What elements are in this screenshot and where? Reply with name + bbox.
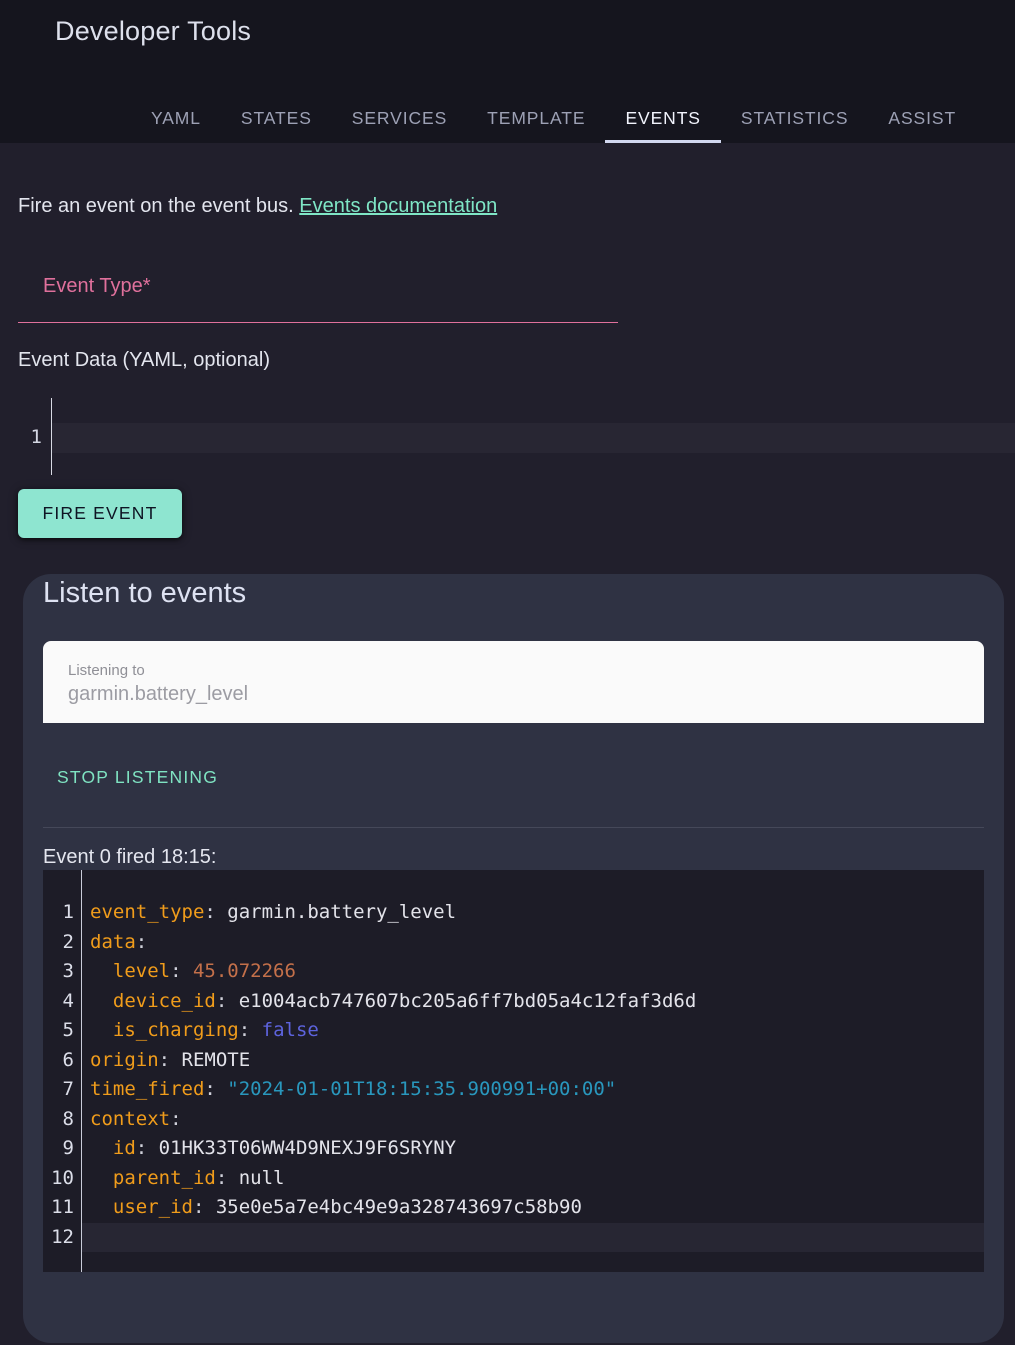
code-token-punc: : [170,1108,181,1130]
card-divider [43,827,984,828]
code-line: device_id: e1004acb747607bc205a6ff7bd05a… [82,987,984,1017]
code-line-number: 11 [43,1193,74,1223]
code-line-number: 4 [43,987,74,1017]
code-line-number: 1 [43,898,74,928]
listening-to-input[interactable]: Listening to garmin.battery_level [43,641,984,723]
code-line: origin: REMOTE [82,1046,984,1076]
code-token-punc: : [136,1137,159,1159]
code-token-plain: 35e0e5a7e4bc49e9a328743697c58b90 [216,1196,582,1218]
code-token-punc [90,1137,113,1159]
code-line: data: [82,928,984,958]
code-line [82,1223,984,1253]
code-line: parent_id: null [82,1164,984,1194]
code-token-punc: : [136,931,147,953]
code-token-punc [90,1196,113,1218]
tab-states[interactable]: STATES [221,97,332,143]
code-line-number: 5 [43,1016,74,1046]
events-tab-panel: Fire an event on the event bus. Events d… [0,193,1015,1343]
stop-listening-button[interactable]: STOP LISTENING [57,768,218,786]
code-token-key: parent_id [113,1167,216,1189]
code-token-plain: e1004acb747607bc205a6ff7bd05a4c12faf3d6d [239,990,697,1012]
tab-template[interactable]: TEMPLATE [467,97,605,143]
code-token-key: is_charging [113,1019,239,1041]
code-token-key: id [113,1137,136,1159]
code-line: level: 45.072266 [82,957,984,987]
page-title: Developer Tools [55,16,1015,47]
event-fired-header: Event 0 fired 18:15: [43,844,984,870]
tab-events[interactable]: EVENTS [605,97,720,143]
tab-assist[interactable]: ASSIST [868,97,976,143]
code-token-plain: REMOTE [182,1049,251,1071]
code-lines: event_type: garmin.battery_leveldata: le… [82,870,984,1272]
fire-event-button[interactable]: FIRE EVENT [18,489,182,538]
editor-line-number: 1 [31,426,42,448]
code-token-key: user_id [113,1196,193,1218]
code-line-number: 3 [43,957,74,987]
code-line-number: 10 [43,1164,74,1194]
code-token-punc: : [204,1078,227,1100]
event-output-code: 123456789101112 event_type: garmin.batte… [43,870,984,1272]
code-token-key: context [90,1108,170,1130]
tab-statistics[interactable]: STATISTICS [721,97,869,143]
code-token-key: level [113,960,170,982]
code-token-key: event_type [90,901,204,923]
code-token-plain: 01HK33T06WW4D9NEXJ9F6SRYNY [159,1137,456,1159]
code-line: time_fired: "2024-01-01T18:15:35.900991+… [82,1075,984,1105]
events-documentation-link[interactable]: Events documentation [299,195,497,217]
tab-bar: YAMLSTATESSERVICESTEMPLATEEVENTSSTATISTI… [0,97,1015,143]
code-line-number: 2 [43,928,74,958]
listen-to-events-card: Listen to events Listening to garmin.bat… [23,574,1004,1343]
code-line: id: 01HK33T06WW4D9NEXJ9F6SRYNY [82,1134,984,1164]
code-line: is_charging: false [82,1016,984,1046]
code-token-punc [90,1019,113,1041]
intro-text-span: Fire an event on the event bus. [18,195,299,217]
code-token-punc: : [239,1019,262,1041]
code-token-punc: : [216,990,239,1012]
event-data-label: Event Data (YAML, optional) [18,347,1015,373]
code-token-key: device_id [113,990,216,1012]
code-token-plain: garmin.battery_level [227,901,456,923]
code-token-punc [90,960,113,982]
code-token-punc [90,1167,113,1189]
event-type-input[interactable]: Event Type* [18,255,618,323]
intro-text: Fire an event on the event bus. Events d… [18,193,1015,219]
code-token-punc: : [193,1196,216,1218]
code-token-plain: null [239,1167,285,1189]
event-type-label: Event Type* [43,275,150,298]
code-line-number: 7 [43,1075,74,1105]
code-gutter: 123456789101112 [43,870,82,1272]
code-token-bool: false [262,1019,319,1041]
code-line: user_id: 35e0e5a7e4bc49e9a328743697c58b9… [82,1193,984,1223]
app-header: Developer Tools YAMLSTATESSERVICESTEMPLA… [0,0,1015,143]
code-token-str: "2024-01-01T18:15:35.900991+00:00" [227,1078,616,1100]
editor-active-line[interactable] [52,423,1015,453]
code-line-number: 12 [43,1223,74,1253]
code-line-number: 8 [43,1105,74,1135]
code-token-key: origin [90,1049,159,1071]
tab-services[interactable]: SERVICES [332,97,467,143]
code-token-key: data [90,931,136,953]
listening-to-value: garmin.battery_level [68,683,984,706]
editor-gutter: 1 [18,398,52,475]
code-token-punc: : [216,1167,239,1189]
editor-content[interactable] [52,398,1015,475]
tab-yaml[interactable]: YAML [131,97,221,143]
code-line-number: 9 [43,1134,74,1164]
code-line: context: [82,1105,984,1135]
code-line-number: 6 [43,1046,74,1076]
listening-to-label: Listening to [68,662,984,679]
code-token-num: 45.072266 [193,960,296,982]
code-line: event_type: garmin.battery_level [82,898,984,928]
code-token-key: time_fired [90,1078,204,1100]
listen-card-title: Listen to events [43,574,984,612]
code-token-punc: : [170,960,193,982]
code-token-punc: : [159,1049,182,1071]
event-data-editor[interactable]: 1 [18,398,1015,475]
code-token-punc [90,990,113,1012]
code-token-punc: : [204,901,227,923]
